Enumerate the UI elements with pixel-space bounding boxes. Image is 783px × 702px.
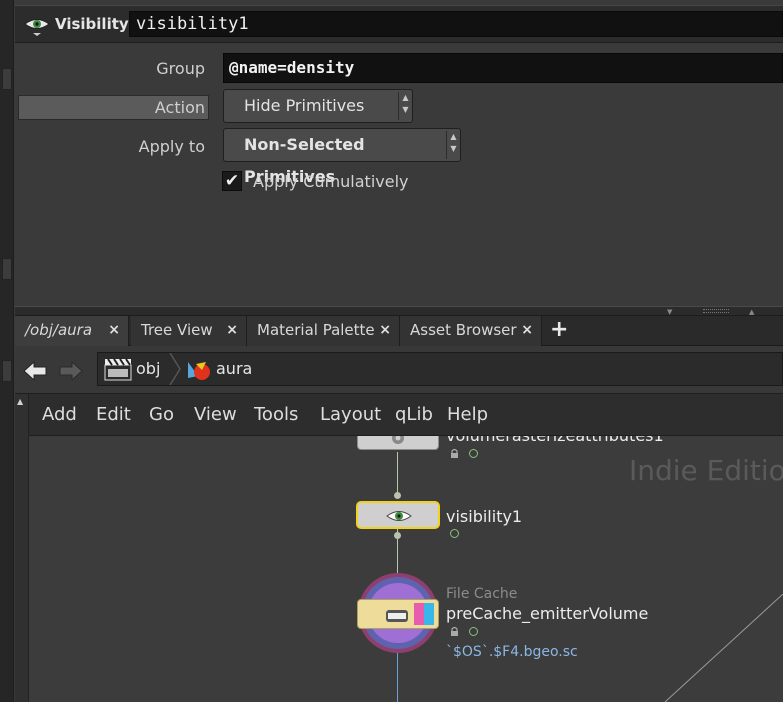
output-connector[interactable] — [394, 532, 401, 539]
menu-layout[interactable]: Layout — [320, 394, 381, 436]
apply-to-label: Apply to — [138, 137, 205, 156]
tab-label: Material Palette — [257, 321, 375, 339]
action-dropdown[interactable]: Hide Primitives ▲ ▼ — [223, 89, 413, 123]
group-field[interactable]: @name=density — [223, 53, 783, 83]
action-label: Action — [154, 98, 205, 117]
tab-asset-browser[interactable]: Asset Browser × — [400, 316, 542, 346]
operator-type-label: Visibility — [55, 15, 129, 33]
pane-splitter[interactable]: ▼ ▲ — [15, 306, 783, 316]
node-precache-emittervolume[interactable] — [357, 599, 439, 629]
node-wire — [397, 452, 398, 496]
clapper-icon — [104, 358, 132, 381]
chevron-right-icon — [169, 353, 181, 385]
lock-icon[interactable] — [450, 626, 459, 636]
scroll-up-icon[interactable]: ▲ — [17, 397, 23, 406]
node-name: visibility1 — [446, 507, 523, 526]
strip-handle[interactable] — [2, 258, 12, 280]
apply-cumulatively-label: Apply Cumulatively — [253, 172, 409, 191]
path-bar: obj aura — [15, 346, 783, 394]
clock-icon[interactable] — [450, 529, 459, 538]
cache-flag-pink — [414, 603, 424, 625]
parameter-pane: Visibility visibility1 Group @name=densi… — [15, 0, 783, 306]
pane-tab-bar: /obj/aura × Tree View × Material Palette… — [15, 316, 783, 346]
forward-arrow-icon[interactable] — [57, 358, 85, 384]
eye-icon — [386, 511, 412, 521]
cache-flag-blue — [424, 603, 434, 625]
left-edge-strip — [0, 0, 14, 702]
tab-obj-aura[interactable]: /obj/aura × — [15, 316, 129, 346]
dropdown-arrows-icon: ▲ ▼ — [446, 131, 460, 159]
lock-icon[interactable] — [450, 448, 459, 458]
splitter-grip[interactable] — [703, 309, 729, 313]
menu-view[interactable]: View — [194, 394, 237, 436]
tab-tree-view[interactable]: Tree View × — [131, 316, 247, 346]
menu-help[interactable]: Help — [447, 394, 488, 436]
dropdown-arrows-icon: ▲ ▼ — [398, 92, 412, 120]
operator-header: Visibility visibility1 — [15, 5, 783, 43]
expand-arrow-icon[interactable]: ▲ — [749, 308, 754, 316]
collapse-arrow-icon[interactable]: ▼ — [667, 308, 672, 316]
node-type-label: File Cache — [446, 586, 518, 602]
apply-to-dropdown[interactable]: Non-Selected Primitives ▲ ▼ — [223, 128, 461, 186]
close-tab-icon[interactable]: × — [379, 316, 391, 345]
clock-icon[interactable] — [469, 627, 478, 636]
breadcrumb-aura[interactable]: aura — [216, 353, 252, 385]
edition-watermark: Indie Edition — [629, 454, 783, 487]
close-tab-icon[interactable]: × — [226, 316, 238, 345]
menu-go[interactable]: Go — [149, 394, 174, 436]
menu-edit[interactable]: Edit — [96, 394, 131, 436]
back-arrow-icon[interactable] — [21, 358, 49, 384]
eye-icon[interactable] — [23, 15, 51, 37]
vertical-scrollbar[interactable]: ▲ — [15, 394, 29, 702]
node-visibility1[interactable] — [356, 501, 440, 529]
geometry-object-icon — [188, 362, 210, 380]
network-editor[interactable]: ▲ Indie Edition volumerasterizeattribute… — [15, 394, 783, 702]
menu-add[interactable]: Add — [42, 394, 77, 436]
menu-tools[interactable]: Tools — [254, 394, 298, 436]
breadcrumb-obj[interactable]: obj — [136, 353, 160, 385]
tab-label: Asset Browser — [410, 321, 517, 339]
clock-icon[interactable] — [469, 449, 478, 458]
node-wire — [664, 594, 783, 702]
disk-icon — [386, 610, 408, 622]
close-tab-icon[interactable]: × — [108, 316, 120, 345]
menu-qlib[interactable]: qLib — [395, 394, 433, 436]
node-name: preCache_emitterVolume — [446, 604, 649, 623]
add-tab-button[interactable]: + — [550, 317, 568, 343]
operator-name-field[interactable]: visibility1 — [129, 11, 783, 37]
node-file-path: `$OS`.$F4.bgeo.sc — [446, 644, 578, 660]
output-connector[interactable] — [394, 492, 401, 499]
network-menubar: Add Edit Go View Tools Layout qLib Help — [29, 394, 783, 436]
tab-material-palette[interactable]: Material Palette × — [247, 316, 400, 346]
close-tab-icon[interactable]: × — [521, 316, 533, 345]
tab-label: /obj/aura — [25, 321, 93, 339]
strip-handle[interactable] — [2, 360, 12, 382]
action-dropdown-value: Hide Primitives — [244, 96, 365, 115]
apply-cumulatively-checkbox[interactable]: ✔ — [222, 171, 242, 191]
strip-handle[interactable] — [2, 68, 12, 90]
breadcrumb: obj aura — [97, 352, 783, 386]
tab-label: Tree View — [141, 321, 213, 339]
group-label: Group — [156, 59, 205, 78]
